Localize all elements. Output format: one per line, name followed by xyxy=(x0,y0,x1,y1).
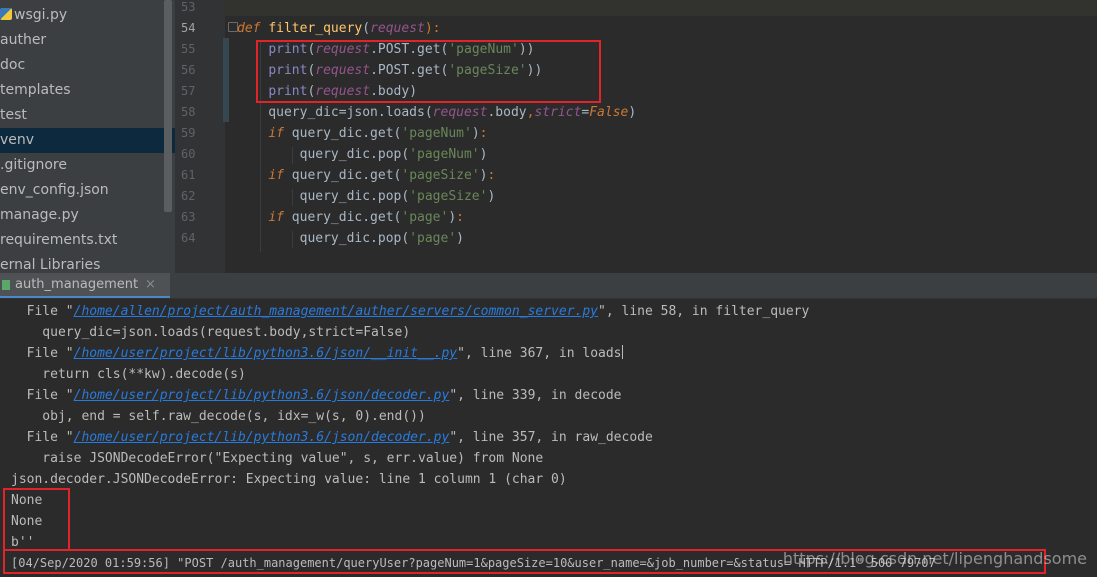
line-number: 64 xyxy=(181,231,196,245)
tree-item-label: manage.py xyxy=(0,207,79,223)
line-number: 61 xyxy=(181,168,196,182)
project-tree: wsgi.py auther doc templates test venv .… xyxy=(0,0,175,273)
tree-item-doc[interactable]: doc xyxy=(0,53,175,78)
console-line: File "/home/allen/project/auth_managemen… xyxy=(11,304,810,319)
code-line-60: query_dic.pop('pageNum') xyxy=(237,147,488,162)
console-line: obj, end = self.raw_decode(s, idx=_w(s, … xyxy=(11,409,426,424)
tree-item-auther[interactable]: auther xyxy=(0,28,175,53)
vcs-change-marker[interactable] xyxy=(223,38,229,122)
line-number: 59 xyxy=(181,126,196,140)
line-number: 62 xyxy=(181,189,196,203)
tree-item-label: requirements.txt xyxy=(0,232,118,248)
tree-item-env-config[interactable]: env_config.json xyxy=(0,178,175,203)
current-line-highlight xyxy=(225,0,1097,16)
tree-item-templates[interactable]: templates xyxy=(0,78,175,103)
tree-item-gitignore[interactable]: .gitignore xyxy=(0,153,175,178)
console-line-error: json.decoder.JSONDecodeError: Expecting … xyxy=(11,472,567,487)
tree-item-test[interactable]: test xyxy=(0,103,175,128)
tree-item-requirements[interactable]: requirements.txt xyxy=(0,228,175,253)
traceback-file-link[interactable]: /home/user/project/lib/python3.6/json/__… xyxy=(74,346,458,361)
line-number: 56 xyxy=(181,63,196,77)
tree-scrollbar[interactable] xyxy=(164,0,172,212)
line-number: 60 xyxy=(181,147,196,161)
traceback-file-link[interactable]: /home/user/project/lib/python3.6/json/de… xyxy=(74,388,450,403)
tree-item-manage[interactable]: manage.py xyxy=(0,203,175,228)
tree-item-label: .gitignore xyxy=(0,157,67,173)
line-number: 53 xyxy=(181,0,196,14)
tab-auth-management[interactable]: auth_management × xyxy=(0,273,170,298)
python-run-icon xyxy=(2,280,10,290)
console-line: File "/home/user/project/lib/python3.6/j… xyxy=(11,388,622,403)
tree-item-label: auther xyxy=(0,32,47,48)
code-line-54: def filter_query(request): xyxy=(237,21,441,36)
highlight-box-none-output xyxy=(3,488,70,551)
highlight-box-print-lines xyxy=(256,40,601,103)
line-number: 55 xyxy=(181,42,196,56)
python-file-icon xyxy=(0,8,12,20)
tree-item-label: templates xyxy=(0,82,71,98)
code-line-62: query_dic.pop('pageSize') xyxy=(237,189,496,204)
code-editor[interactable]: 53 54 55 56 57 58 59 60 61 62 63 64 def … xyxy=(175,0,1097,273)
traceback-file-link[interactable]: /home/user/project/lib/python3.6/json/de… xyxy=(74,430,450,445)
console-output[interactable]: File "/home/allen/project/auth_managemen… xyxy=(0,299,1097,577)
tree-item-external-libraries[interactable]: ernal Libraries xyxy=(0,253,175,273)
tree-item-label: venv xyxy=(0,132,35,148)
code-line-58: query_dic=json.loads(request.body,strict… xyxy=(237,105,637,120)
watermark: https://blog.csdn.net/lipenghandsome xyxy=(782,549,1087,568)
tree-item-label: doc xyxy=(0,57,26,73)
line-number-gutter: 53 54 55 56 57 58 59 60 61 62 63 64 xyxy=(175,0,225,273)
console-line: File "/home/user/project/lib/python3.6/j… xyxy=(11,345,623,361)
console-line: return cls(**kw).decode(s) xyxy=(11,367,246,382)
line-number: 63 xyxy=(181,210,196,224)
tree-item-label: wsgi.py xyxy=(14,7,68,23)
tab-label: auth_management xyxy=(15,277,139,292)
line-number: 58 xyxy=(181,105,196,119)
tree-item-label: env_config.json xyxy=(0,182,109,198)
run-tool-window-header: auth_management × xyxy=(0,273,1097,299)
traceback-file-link[interactable]: /home/allen/project/auth_management/auth… xyxy=(74,304,598,319)
close-icon[interactable]: × xyxy=(145,273,156,297)
console-line: raise JSONDecodeError("Expecting value",… xyxy=(11,451,544,466)
console-line: query_dic=json.loads(request.body,strict… xyxy=(11,325,411,340)
code-line-59: if query_dic.get('pageNum'): xyxy=(268,126,488,141)
line-number: 57 xyxy=(181,84,196,98)
text-cursor xyxy=(621,345,623,359)
code-line-64: query_dic.pop('page') xyxy=(237,231,464,246)
tree-item-venv[interactable]: venv xyxy=(0,128,175,153)
tree-item-label: ernal Libraries xyxy=(0,257,101,273)
tree-item-label: test xyxy=(0,107,27,123)
line-number: 54 xyxy=(181,21,196,35)
tree-item-wsgi[interactable]: wsgi.py xyxy=(0,3,175,28)
console-line: File "/home/user/project/lib/python3.6/j… xyxy=(11,430,653,445)
code-line-63: if query_dic.get('page'): xyxy=(268,210,464,225)
code-line-61: if query_dic.get('pageSize'): xyxy=(268,168,496,183)
